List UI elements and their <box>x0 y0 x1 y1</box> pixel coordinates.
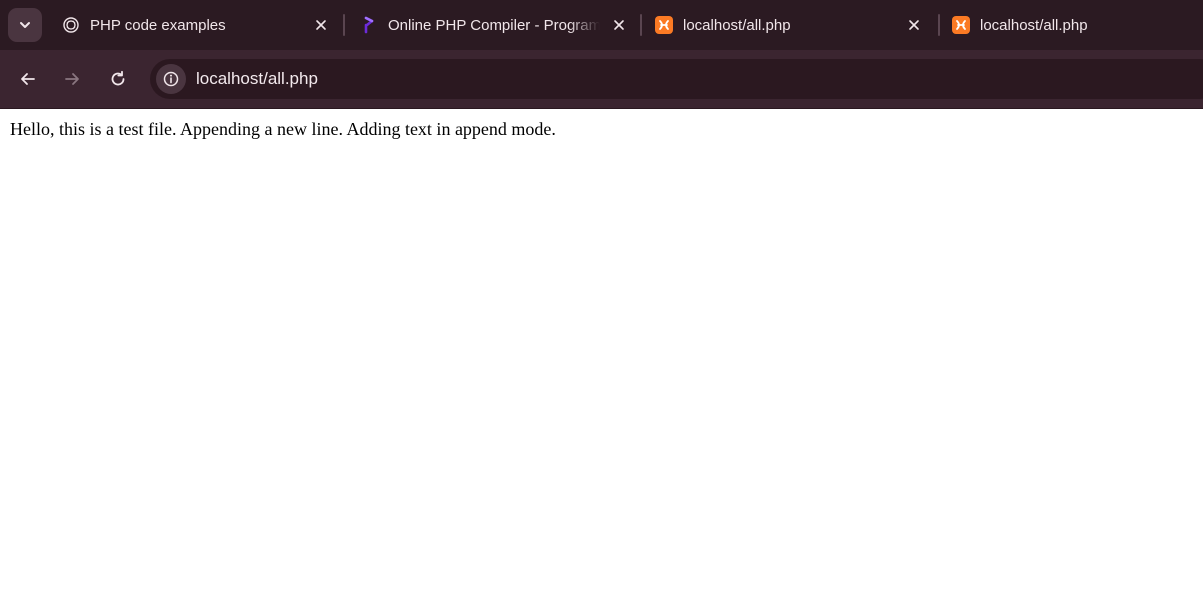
chevron-down-icon <box>20 22 30 28</box>
close-tab-icon[interactable] <box>905 16 923 34</box>
forward-button[interactable] <box>56 63 88 95</box>
close-tab-icon[interactable] <box>312 16 330 34</box>
tab-localhost-all-php[interactable]: localhost/all.php <box>641 6 933 44</box>
tab-title: PHP code examples <box>90 16 226 34</box>
programiz-icon <box>360 16 378 34</box>
page-text: Hello, this is a test file. Appending a … <box>10 119 556 139</box>
tab-search-button[interactable] <box>8 8 42 42</box>
site-info-button[interactable] <box>156 64 186 94</box>
close-tab-icon[interactable] <box>610 16 628 34</box>
browser-toolbar: localhost/all.php <box>0 50 1203 109</box>
tab-title: localhost/all.php <box>980 16 1088 34</box>
tab-title: Online PHP Compiler - Programiz <box>388 16 600 34</box>
xampp-icon <box>952 16 970 34</box>
xampp-icon <box>655 16 673 34</box>
reload-icon <box>111 70 125 86</box>
tab-strip: PHP code examples Online PHP Compiler - … <box>0 0 1203 50</box>
page-content: Hello, this is a test file. Appending a … <box>0 109 1203 610</box>
chatgpt-icon <box>62 16 80 34</box>
address-bar[interactable]: localhost/all.php <box>150 59 1203 99</box>
tab-localhost-all-php-2[interactable]: localhost/all.php <box>938 6 1203 44</box>
tab-online-php-compiler[interactable]: Online PHP Compiler - Programiz <box>346 6 638 44</box>
back-button[interactable] <box>12 63 44 95</box>
url-text[interactable]: localhost/all.php <box>196 69 318 89</box>
tab-php-code-examples[interactable]: PHP code examples <box>48 6 340 44</box>
info-icon <box>163 71 179 87</box>
arrow-right-icon <box>65 73 79 85</box>
arrow-left-icon <box>21 73 35 85</box>
tab-separator <box>343 14 345 36</box>
reload-button[interactable] <box>102 63 134 95</box>
tab-title: localhost/all.php <box>683 16 791 34</box>
